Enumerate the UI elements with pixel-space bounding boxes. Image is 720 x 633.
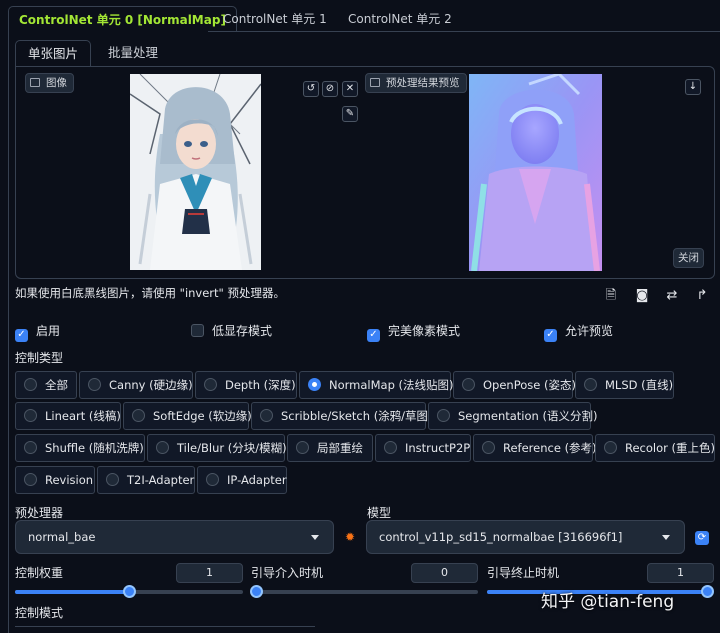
camera-icon[interactable]: ◙: [634, 289, 650, 303]
tab-controlnet-unit-1[interactable]: ControlNet 单元 1: [213, 6, 337, 32]
control-type-option[interactable]: InstructP2P: [375, 434, 471, 462]
control-type-option[interactable]: Canny (硬边缘): [79, 371, 193, 399]
model-label: 模型: [367, 506, 392, 520]
control-weight-label: 控制权重: [15, 566, 64, 580]
low-vram-checkbox[interactable]: 低显存模式: [191, 322, 272, 340]
control-mode-label: 控制模式: [15, 606, 64, 620]
check-icon: ✓: [367, 329, 380, 342]
tab-controlnet-unit-2[interactable]: ControlNet 单元 2: [338, 6, 462, 32]
preprocessor-dropdown[interactable]: normal_bae: [15, 520, 334, 554]
control-type-option[interactable]: Tile/Blur (分块/模糊): [147, 434, 287, 462]
control-type-label: 控制类型: [15, 351, 64, 365]
check-icon: ✓: [15, 329, 28, 342]
guidance-start-label: 引导介入时机: [251, 566, 324, 580]
control-weight-slider[interactable]: [15, 585, 243, 598]
control-type-option[interactable]: Lineart (线稿): [15, 402, 121, 430]
control-mode-options-edge: [15, 626, 315, 633]
image-icon: [370, 78, 380, 87]
swap-icon[interactable]: ⇄: [664, 289, 680, 303]
preview-image[interactable]: [469, 74, 602, 271]
control-type-option[interactable]: Segmentation (语义分割): [428, 402, 597, 430]
control-type-option[interactable]: Scribble/Sketch (涂鸦/草图): [251, 402, 433, 430]
close-preview-button[interactable]: 关闭: [673, 248, 704, 268]
tab-controlnet-unit-0[interactable]: ControlNet 单元 0 [NormalMap]: [8, 6, 237, 32]
close-icon[interactable]: ✕: [342, 81, 358, 97]
send-icon[interactable]: ↱: [694, 289, 710, 303]
guidance-end-label: 引导终止时机: [487, 566, 560, 580]
input-image[interactable]: [130, 74, 261, 270]
control-type-option[interactable]: Recolor (重上色): [595, 434, 715, 462]
enable-checkbox[interactable]: ✓ 启用: [15, 322, 60, 342]
control-type-option[interactable]: 局部重绘: [287, 434, 373, 462]
pixel-perfect-checkbox[interactable]: ✓ 完美像素模式: [367, 322, 460, 342]
eraser-icon[interactable]: ⊘: [322, 81, 338, 97]
run-preprocessor-icon[interactable]: ✹: [343, 530, 357, 544]
control-type-option[interactable]: OpenPose (姿态): [453, 371, 576, 399]
refresh-icon[interactable]: ⟳: [695, 531, 709, 545]
image-icon: [30, 78, 40, 87]
guidance-end-input[interactable]: 1: [647, 563, 714, 583]
control-type-option[interactable]: 全部: [15, 371, 77, 399]
control-type-option[interactable]: MLSD (直线): [575, 371, 674, 399]
guidance-start-slider[interactable]: [250, 585, 478, 598]
control-type-option[interactable]: IP-Adapter: [197, 466, 287, 494]
invert-hint: 如果使用白底黑线图片，请使用 "invert" 预处理器。: [15, 286, 285, 300]
guidance-start-input[interactable]: 0: [411, 563, 478, 583]
chevron-down-icon: [662, 535, 670, 540]
download-icon[interactable]: ↓: [685, 79, 701, 95]
watermark: 知乎 @tian-feng: [541, 592, 675, 612]
image-area: [15, 66, 715, 279]
control-type-option[interactable]: Revision: [15, 466, 95, 494]
allow-preview-checkbox[interactable]: ✓ 允许预览: [544, 322, 613, 342]
preprocessor-label: 预处理器: [15, 506, 64, 520]
control-type-option[interactable]: T2I-Adapter: [97, 466, 195, 494]
tab-batch[interactable]: 批量处理: [96, 40, 170, 66]
control-type-option[interactable]: SoftEdge (软边缘): [123, 402, 252, 430]
check-icon: ✓: [544, 329, 557, 342]
control-weight-input[interactable]: 1: [176, 563, 243, 583]
rotate-icon[interactable]: ↺: [303, 81, 319, 97]
control-type-option[interactable]: Depth (深度): [195, 371, 297, 399]
chevron-down-icon: [311, 535, 319, 540]
control-type-option[interactable]: Shuffle (随机洗牌): [15, 434, 145, 462]
checkbox-empty-icon: [191, 324, 204, 337]
model-dropdown[interactable]: control_v11p_sd15_normalbae [316696f1]: [366, 520, 685, 554]
preview-label: 预处理结果预览: [365, 73, 467, 93]
document-icon[interactable]: 🗎: [603, 289, 619, 303]
brush-icon[interactable]: ✎: [342, 106, 358, 122]
input-image-label: 图像: [25, 73, 74, 93]
control-type-option-selected[interactable]: NormalMap (法线贴图): [299, 371, 454, 399]
tab-single-image[interactable]: 单张图片: [15, 40, 92, 66]
control-type-option[interactable]: Reference (参考): [473, 434, 597, 462]
